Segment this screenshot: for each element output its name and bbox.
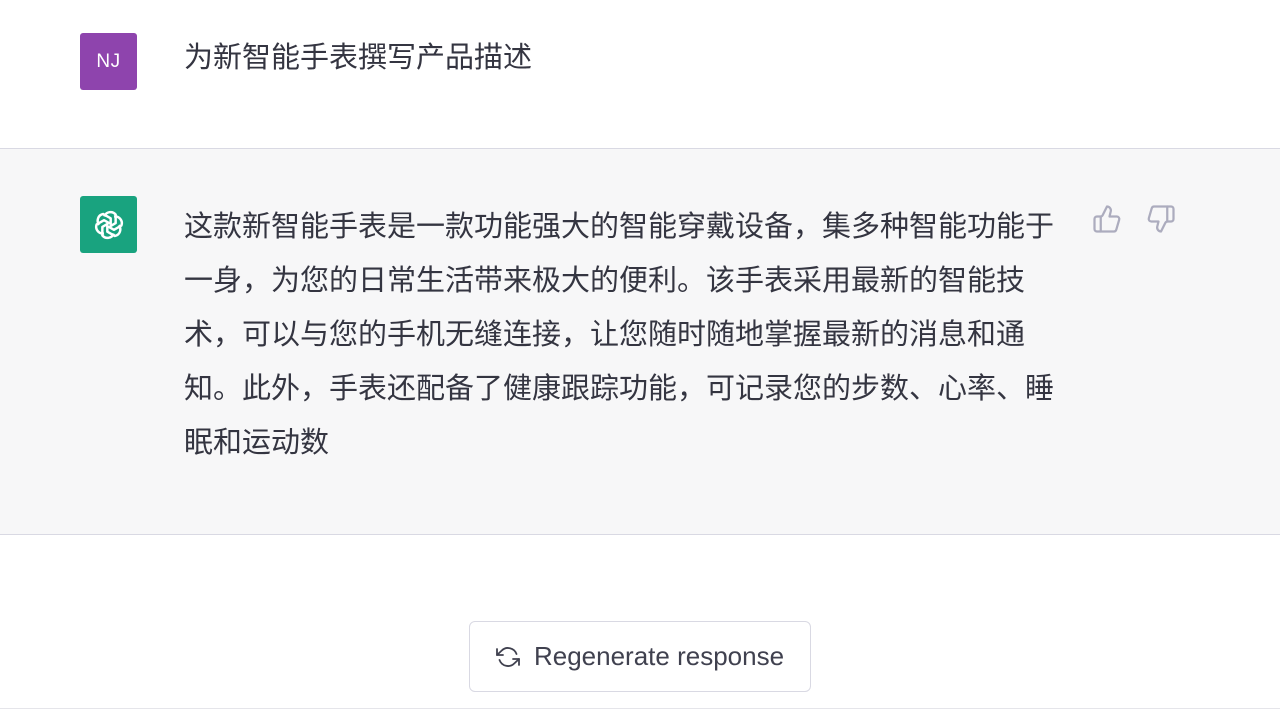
user-avatar: NJ (80, 33, 137, 90)
thumbs-down-button[interactable] (1143, 201, 1179, 237)
assistant-message-text: 这款新智能手表是一款功能强大的智能穿戴设备，集多种智能功能于一身，为您的日常生活… (184, 209, 1055, 459)
regenerate-response-label: Regenerate response (533, 641, 785, 671)
refresh-icon (496, 646, 520, 667)
assistant-avatar (80, 196, 137, 253)
thumbs-down-icon (1147, 205, 1175, 233)
assistant-message-row: 这款新智能手表是一款功能强大的智能穿戴设备，集多种智能功能于一身，为您的日常生活… (0, 149, 1280, 535)
openai-logo-icon (94, 210, 123, 239)
user-avatar-initials: NJ (96, 50, 121, 72)
input-area-edge (0, 708, 1280, 714)
regenerate-response-button[interactable]: Regenerate response (469, 621, 811, 692)
thumbs-up-button[interactable] (1089, 201, 1125, 237)
user-message-row: NJ 为新智能手表撰写产品描述 (0, 0, 1280, 149)
user-message-text: 为新智能手表撰写产品描述 (184, 40, 533, 74)
thumbs-up-icon (1093, 205, 1121, 233)
